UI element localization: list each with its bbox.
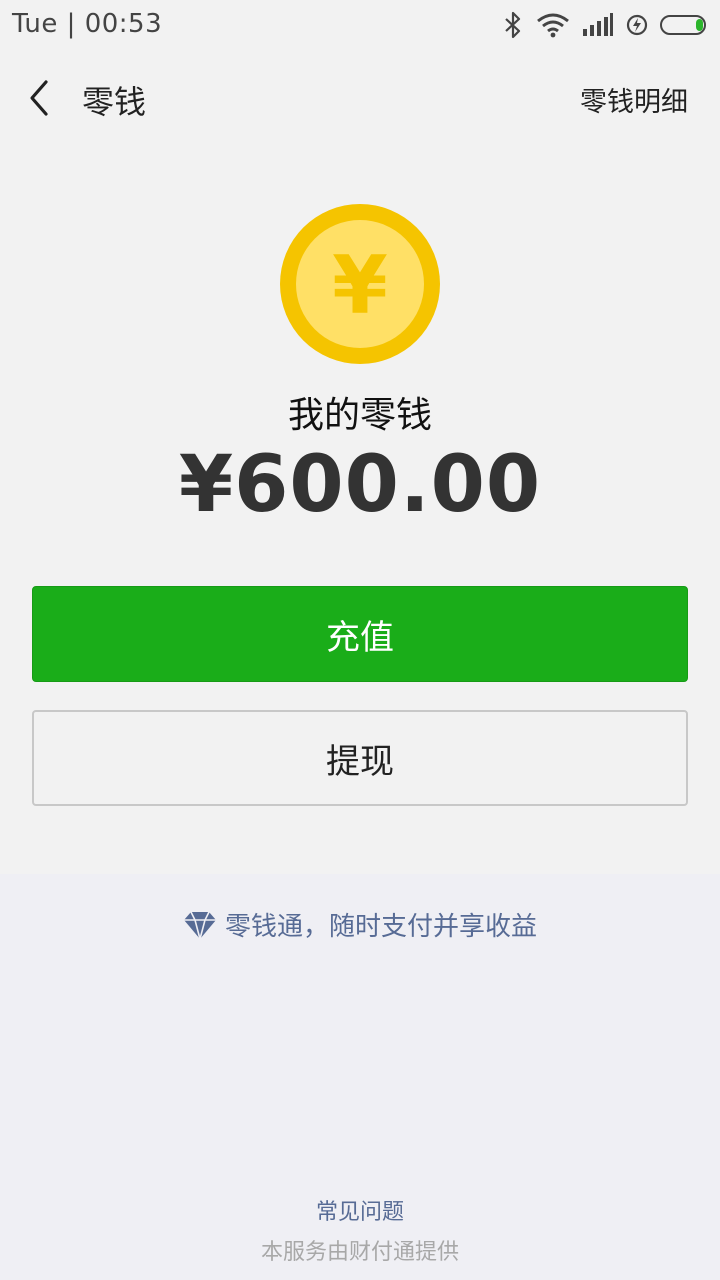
- withdraw-button-label: 提现: [326, 741, 394, 782]
- faq-link[interactable]: 常见问题: [0, 1194, 720, 1226]
- status-time: Tue | 00:53: [12, 9, 163, 39]
- wifi-icon: [537, 13, 569, 38]
- status-icons: [502, 10, 710, 40]
- yuan-coin-icon: ¥: [280, 204, 440, 364]
- back-button[interactable]: [18, 74, 66, 122]
- charging-icon: [626, 14, 648, 36]
- status-bar: Tue | 00:53: [0, 0, 720, 50]
- coin-symbol: ¥: [332, 239, 388, 332]
- bluetooth-icon: [505, 11, 521, 39]
- balance-section: ¥ 我的零钱 ¥600.00 充值 提现: [0, 146, 720, 874]
- chevron-left-icon: [30, 80, 48, 116]
- provider-text: 本服务由财付通提供: [260, 1240, 459, 1265]
- page-title: 零钱: [82, 83, 147, 121]
- battery-icon: [660, 15, 706, 35]
- recharge-button-label: 充值: [326, 617, 394, 658]
- balance-amount: ¥600.00: [178, 440, 542, 530]
- recharge-button[interactable]: 充值: [32, 586, 688, 682]
- signal-icon: [583, 13, 613, 36]
- footer-section: 零钱通，随时支付并享收益 常见问题 本服务由财付通提供: [0, 874, 720, 1280]
- balance-details-link[interactable]: 零钱明细: [580, 80, 688, 119]
- navigation-bar: 零钱 零钱明细: [0, 50, 720, 146]
- promo-text: 零钱通，随时支付并享收益: [224, 912, 537, 942]
- withdraw-button[interactable]: 提现: [32, 710, 688, 806]
- lingqiantong-promo-link[interactable]: 零钱通，随时支付并享收益: [0, 906, 720, 943]
- diamond-icon: [183, 911, 216, 940]
- balance-label: 我的零钱: [287, 395, 432, 436]
